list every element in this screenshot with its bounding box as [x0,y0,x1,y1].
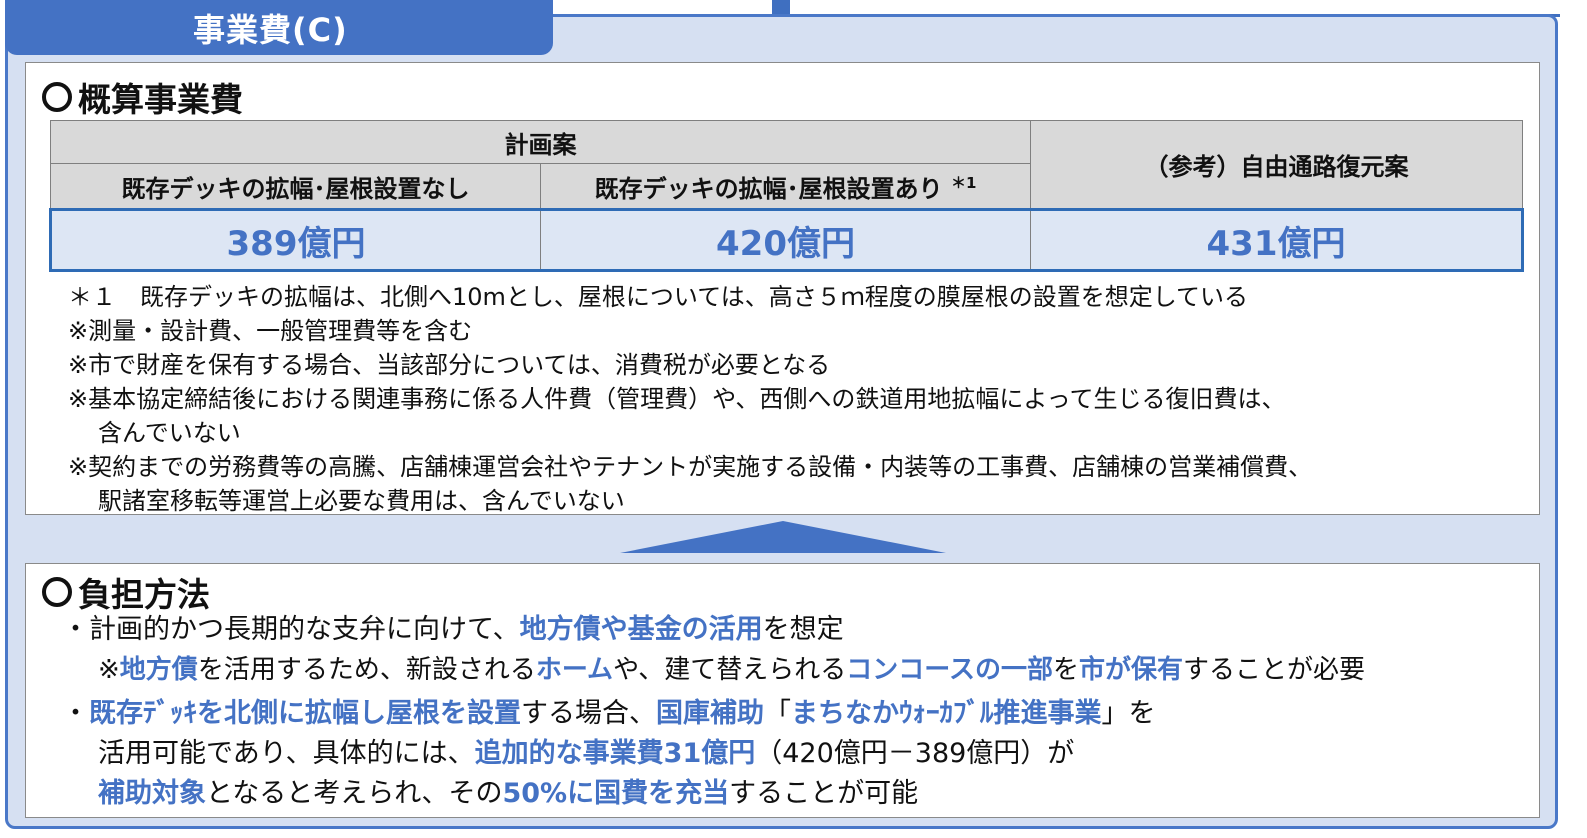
estimate-heading-text: 概算事業費 [78,80,243,119]
burden-heading-text: 負担方法 [78,575,210,614]
note-line: 含んでいない [98,419,241,447]
footnote-mark: ＊1 [950,173,977,192]
reference-header: （参考）自由通路復元案 [1030,120,1523,210]
plan-header: 計画案 [50,120,1031,164]
burden-line-4: 活用可能であり、具体的には、追加的な事業費31億円（420億円－389億円）が [98,738,1075,769]
burden-body: ・計画的かつ長期的な支弁に向けて、地方債や基金の活用を想定 ※地方債を活用するた… [62,610,1365,814]
note-line: ※契約までの労務費等の高騰、店舗棟運営会社やテナントが実施する設備・内装等の工事… [68,453,1313,481]
circle-bullet-icon [42,577,72,607]
up-arrow-icon [620,521,946,553]
burden-line-3: ・既存ﾃﾞｯｷを北側に拡幅し屋根を設置する場合、国庫補助「まちなかｳｫｰｶﾌﾞﾙ… [62,698,1156,729]
burden-line-5: 補助対象となると考えられ、その50%に国費を充当することが可能 [98,778,919,809]
estimate-notes: ＊１ 既存デッキの拡幅は、北側へ10mとし、屋根については、高さ５ｍ程度の膜屋根… [68,280,1312,518]
burden-line-2: ※地方債を活用するため、新設されるホームや、建て替えられるコンコースの一部を市が… [98,655,1366,685]
with-roof-cost: 420億円 [540,208,1031,272]
circle-bullet-icon [42,82,72,112]
note-line: ※測量・設計費、一般管理費等を含む [68,317,473,345]
burden-heading: 負担方法 [42,568,210,616]
cost-table: 計画案 （参考）自由通路復元案 既存デッキの拡幅･屋根設置なし 既存デッキの拡幅… [49,120,1524,272]
estimate-heading: 概算事業費 [42,73,243,121]
with-roof-header: 既存デッキの拡幅･屋根設置あり ＊1 [540,163,1031,210]
note-line: ※基本協定締結後における関連事務に係る人件費（管理費）や、西側への鉄道用地拡幅に… [68,385,1286,413]
section-title: 事業費(C) [5,0,553,55]
no-roof-cost: 389億円 [49,208,541,272]
note-line: ※市で財産を保有する場合、当該部分については、消費税が必要となる [68,351,831,379]
burden-panel: 負担方法 ・計画的かつ長期的な支弁に向けて、地方債や基金の活用を想定 ※地方債を… [25,563,1540,818]
note-line: ＊１ 既存デッキの拡幅は、北側へ10mとし、屋根については、高さ５ｍ程度の膜屋根… [68,283,1248,311]
burden-line-1: ・計画的かつ長期的な支弁に向けて、地方債や基金の活用を想定 [62,614,844,645]
note-line: 駅諸室移転等運営上必要な費用は、含んでいない [98,487,625,515]
reference-cost: 431億円 [1030,208,1524,272]
estimate-panel: 概算事業費 計画案 （参考）自由通路復元案 既存デッキの拡幅･屋根設置なし 既存… [25,62,1540,515]
no-roof-header: 既存デッキの拡幅･屋根設置なし [50,163,541,210]
